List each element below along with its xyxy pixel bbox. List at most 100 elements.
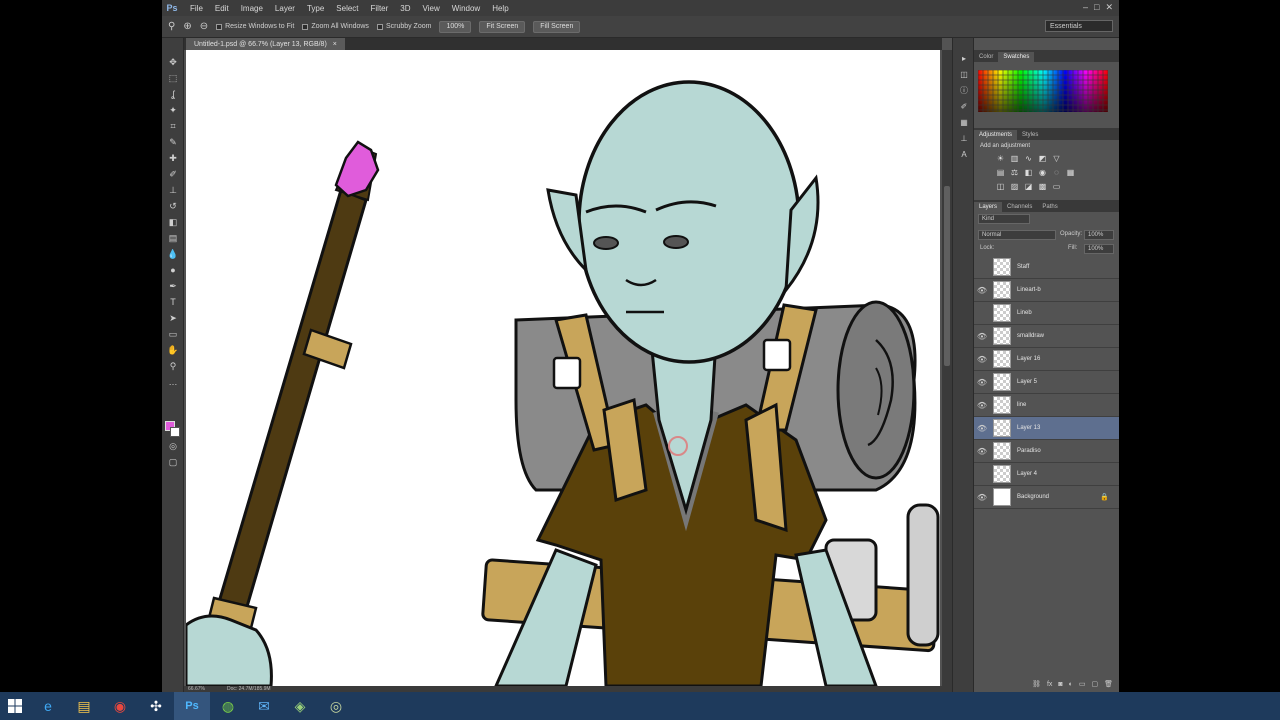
tab-adjustments[interactable]: Adjustments [974,130,1018,140]
link-icon[interactable]: ⛓ [1032,680,1041,688]
tab-paths[interactable]: Paths [1037,202,1062,212]
tab-swatches[interactable]: Swatches [998,52,1035,62]
healing-tool-icon[interactable]: ✚ [167,152,179,164]
magic-wand-tool-icon[interactable]: ✦ [167,104,179,116]
eye-icon[interactable]: 👁 [974,286,990,295]
chrome-icon[interactable]: ◉ [102,692,138,720]
clone-source-icon[interactable]: ⊥ [958,132,970,144]
fill-screen-button[interactable]: Fill Screen [533,20,581,33]
spotify-icon[interactable]: ◍ [210,692,246,720]
eyedropper-tool-icon[interactable]: ✎ [167,136,179,148]
more-tools-icon[interactable]: … [167,376,179,388]
blur-tool-icon[interactable]: 💧 [167,248,179,260]
eye-icon[interactable]: 👁 [974,424,990,433]
minimize-icon[interactable]: – [1083,2,1088,13]
app2-icon[interactable]: ◈ [282,692,318,720]
vertical-scrollbar[interactable] [942,50,952,686]
black-white-icon[interactable]: ◧ [1024,168,1033,177]
fill-field[interactable]: 100% [1084,244,1114,254]
trash-icon[interactable]: 🗑 [1104,680,1113,688]
zoom-tool-icon[interactable]: ⚲ [168,21,175,32]
explorer-icon[interactable]: ▤ [66,692,102,720]
menu-window[interactable]: Window [446,4,486,13]
blend-mode-select[interactable]: Normal [978,230,1056,240]
screen-mode-icon[interactable]: ▢ [167,456,179,468]
layer-row[interactable]: Staff [974,256,1119,279]
zoom-in-icon[interactable]: ⊕ [183,21,191,32]
threshold-icon[interactable]: ◪ [1024,182,1033,191]
tab-styles[interactable]: Styles [1017,130,1043,140]
menu-help[interactable]: Help [486,4,514,13]
info-panel-icon[interactable]: ⓘ [958,84,970,96]
tab-channels[interactable]: Channels [1002,202,1037,212]
mail-icon[interactable]: ✉ [246,692,282,720]
tab-layers[interactable]: Layers [974,202,1003,212]
path-select-icon[interactable]: ➤ [167,312,179,324]
eye-icon[interactable]: 👁 [974,401,990,410]
character-panel-icon[interactable]: A [958,148,970,160]
zoom-all-checkbox[interactable]: Zoom All Windows [302,23,369,30]
mask-icon[interactable]: ◙ [1058,681,1062,688]
exposure-icon[interactable]: ◩ [1038,154,1047,163]
crop-tool-icon[interactable]: ⌗ [167,120,179,132]
gradient-tool-icon[interactable]: ▤ [167,232,179,244]
layer-row-selected[interactable]: 👁 Layer 13 [974,417,1119,440]
channel-mixer-icon[interactable]: ◌ [1052,168,1061,177]
stamp-tool-icon[interactable]: ⊥ [167,184,179,196]
eraser-tool-icon[interactable]: ◧ [167,216,179,228]
posterize-icon[interactable]: ▨ [1010,182,1019,191]
layer-row[interactable]: Lineb [974,302,1119,325]
levels-icon[interactable]: ▥ [1010,154,1019,163]
swatch-grid[interactable] [978,70,1108,112]
layer-row-background[interactable]: 👁 Background 🔒 [974,486,1119,509]
menu-image[interactable]: Image [235,4,269,13]
maximize-icon[interactable]: □ [1094,2,1099,13]
photoshop-icon[interactable]: Ps [174,692,210,720]
vibrance-icon[interactable]: ▽ [1052,154,1061,163]
dodge-tool-icon[interactable]: ● [167,264,179,276]
start-icon[interactable] [0,692,30,720]
menu-3d[interactable]: 3D [394,4,416,13]
canvas[interactable] [186,50,940,686]
zoom-out-icon[interactable]: ⊖ [200,21,208,32]
gradient-map-icon[interactable]: ▭ [1052,182,1061,191]
shape-tool-icon[interactable]: ▭ [167,328,179,340]
marquee-tool-icon[interactable]: ⬚ [167,72,179,84]
lasso-tool-icon[interactable]: ʆ [167,88,179,100]
brush-panel-icon[interactable]: ✐ [958,100,970,112]
menu-type[interactable]: Type [301,4,330,13]
eye-icon[interactable]: 👁 [974,378,990,387]
opacity-field[interactable]: 100% [1084,230,1114,240]
color-lookup-icon[interactable]: ▦ [1066,168,1075,177]
layer-filter-select[interactable]: Kind [978,214,1030,224]
brightness-icon[interactable]: ☀ [996,154,1005,163]
curves-icon[interactable]: ∿ [1024,154,1033,163]
layer-row[interactable]: 👁 line [974,394,1119,417]
fx-icon[interactable]: fx [1047,681,1052,688]
background-color-swatch[interactable] [170,427,180,437]
eye-icon[interactable]: 👁 [974,493,990,502]
scrollbar-thumb[interactable] [944,186,950,366]
layer-row[interactable]: 👁 Layer 5 [974,371,1119,394]
app3-icon[interactable]: ◎ [318,692,354,720]
brush-tool-icon[interactable]: ✐ [167,168,179,180]
tab-color[interactable]: Color [974,52,998,62]
menu-view[interactable]: View [417,4,446,13]
new-layer-icon[interactable]: ▢ [1091,680,1098,688]
layer-row[interactable]: 👁 Paradiso [974,440,1119,463]
properties-panel-icon[interactable]: ◫ [958,68,970,80]
layer-row[interactable]: 👁 Layer 16 [974,348,1119,371]
menu-filter[interactable]: Filter [365,4,395,13]
adjustment-layer-icon[interactable]: ◐ [1069,681,1073,688]
hue-sat-icon[interactable]: ▤ [996,168,1005,177]
group-icon[interactable]: ▭ [1079,680,1086,688]
type-tool-icon[interactable]: T [167,296,179,308]
eye-icon[interactable]: 👁 [974,332,990,341]
invert-icon[interactable]: ◫ [996,182,1005,191]
tab-close-icon[interactable]: × [333,41,337,48]
eye-icon[interactable]: 👁 [974,355,990,364]
zoom-100-button[interactable]: 100% [439,20,472,33]
photo-filter-icon[interactable]: ◉ [1038,168,1047,177]
scrubby-zoom-checkbox[interactable]: Scrubby Zoom [376,23,431,30]
selective-color-icon[interactable]: ▩ [1038,182,1047,191]
